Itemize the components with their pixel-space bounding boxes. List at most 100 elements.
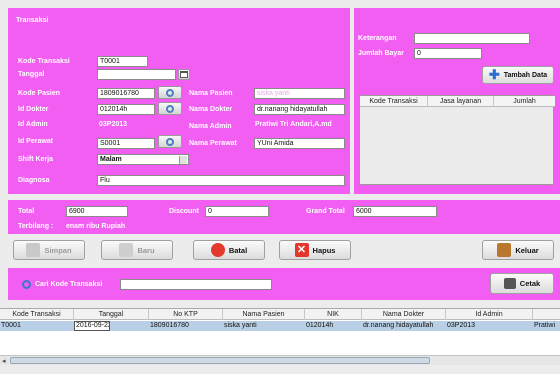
service-col-jasa[interactable]: Jasa layanan [428, 96, 494, 107]
col-nama-dokter[interactable]: Nama Dokter [362, 309, 446, 320]
exit-door-icon [497, 243, 512, 257]
calendar-icon [180, 71, 188, 78]
batal-button[interactable]: Batal [193, 240, 265, 260]
jumlah-bayar-field[interactable]: 0 [414, 48, 482, 59]
col-tanggal[interactable]: Tanggal [74, 309, 149, 320]
kode-pasien-label: Kode Pasien [18, 90, 61, 97]
calendar-button[interactable] [178, 69, 190, 80]
chevron-down-icon [179, 156, 187, 164]
diagnosa-label: Diagnosa [18, 177, 50, 184]
scrollbar-thumb[interactable] [10, 357, 430, 364]
cell-nama-dokter: dr.nanang hidayatullah [363, 322, 434, 329]
keluar-label: Keluar [515, 245, 539, 255]
service-col-jumlah[interactable]: Jumlah [494, 96, 555, 107]
cancel-icon [210, 243, 225, 257]
col-nik[interactable]: NIK [305, 309, 362, 320]
transaction-form-panel: Transaksi Kode Transaksi T0001 Tanggal K… [8, 8, 350, 194]
keterangan-field[interactable] [414, 33, 530, 44]
search-perawat-button[interactable] [158, 135, 182, 148]
shift-value: Malam [100, 156, 122, 163]
hapus-button[interactable]: ✕ Hapus [279, 240, 351, 260]
service-table[interactable]: Kode Transaksi Jasa layanan Jumlah [359, 95, 555, 185]
payment-panel: Keterangan Jumlah Bayar 0 ✚ Tambah Data … [354, 8, 560, 194]
discount-label: Discount [169, 208, 199, 215]
search-pasien-button[interactable] [158, 86, 182, 99]
cell-tanggal: 2016-09-22 [74, 321, 110, 331]
service-col-kode[interactable]: Kode Transaksi [360, 96, 428, 107]
id-perawat-field[interactable]: S0001 [97, 138, 155, 149]
form-title: Transaksi [16, 17, 49, 24]
search-icon [166, 88, 174, 97]
jumlah-bayar-label: Jumlah Bayar [358, 50, 404, 57]
cell-id-admin: 03P2013 [447, 322, 476, 329]
terbilang-label: Terbilang : [18, 223, 54, 230]
tanggal-label: Tanggal [18, 71, 45, 78]
tanggal-field[interactable] [97, 69, 176, 80]
keterangan-label: Keterangan [358, 35, 397, 42]
nama-pasien-field[interactable]: siska yanti [254, 88, 345, 99]
cari-kode-input[interactable] [120, 279, 272, 290]
kode-transaksi-field[interactable]: T0001 [97, 56, 148, 67]
col-no-ktp[interactable]: No KTP [149, 309, 223, 320]
save-icon [26, 243, 41, 257]
kode-transaksi-label: Kode Transaksi [18, 58, 70, 65]
grand-total-label: Grand Total [306, 208, 345, 215]
simpan-label: Simpan [44, 245, 72, 255]
printer-icon [503, 278, 516, 289]
kode-pasien-field[interactable]: 1809016780 [97, 88, 155, 99]
grand-total-field[interactable]: 6000 [353, 206, 437, 217]
col-id-admin[interactable]: Id Admin [446, 309, 533, 320]
diagnosa-field[interactable]: Flu [97, 175, 345, 186]
id-admin-label: Id Admin [18, 121, 48, 128]
cetak-button[interactable]: Cetak [490, 273, 554, 294]
nama-admin-value: Pratiwi Tri Andari,A.md [255, 121, 332, 128]
totals-panel: Total 6900 Discount 0 Grand Total 6000 T… [8, 200, 560, 234]
id-dokter-label: Id Dokter [18, 106, 49, 113]
horizontal-scrollbar[interactable]: ◂ [0, 355, 560, 365]
search-panel: Cari Kode Transaksi Cetak [8, 268, 560, 300]
id-dokter-field[interactable]: 012014h [97, 104, 155, 115]
cell-ktp: 1809016780 [150, 322, 189, 329]
cari-kode-label: Cari Kode Transaksi [35, 281, 103, 288]
search-icon [166, 104, 174, 113]
col-kode-transaksi[interactable]: Kode Transaksi [0, 309, 74, 320]
simpan-button[interactable]: Simpan [13, 240, 85, 260]
hapus-label: Hapus [312, 245, 336, 255]
nama-pasien-label: Nama Pasien [189, 90, 233, 97]
tambah-data-label: Tambah Data [503, 71, 548, 79]
search-dokter-button[interactable] [158, 102, 182, 115]
shift-label: Shift Kerja [18, 156, 54, 163]
tambah-data-button[interactable]: ✚ Tambah Data [482, 66, 554, 84]
table-row[interactable]: T0001 2016-09-22 1809016780 siska yanti … [0, 321, 560, 331]
plus-icon: ✚ [488, 67, 500, 82]
nama-dokter-label: Nama Dokter [189, 106, 233, 113]
search-icon [166, 137, 174, 146]
cetak-label: Cetak [519, 279, 541, 288]
new-file-icon [119, 243, 134, 257]
col-nama-pasien[interactable]: Nama Pasien [223, 309, 305, 320]
cell-admin-name: Pratiwi [534, 322, 556, 329]
keluar-button[interactable]: Keluar [482, 240, 554, 260]
cell-kode: T0001 [1, 322, 21, 329]
nama-perawat-field[interactable]: YUni Amida [254, 138, 345, 149]
total-field[interactable]: 6900 [66, 206, 128, 217]
nama-perawat-label: Nama Perawat [189, 140, 237, 147]
terbilang-value: enam ribu Rupiah [66, 223, 126, 230]
baru-label: Baru [137, 245, 155, 255]
total-label: Total [18, 208, 35, 215]
delete-icon: ✕ [294, 243, 309, 257]
id-perawat-label: Id Perawat [18, 138, 54, 145]
shift-select[interactable]: Malam [97, 154, 189, 165]
baru-button[interactable]: Baru [101, 240, 173, 260]
id-admin-value: 03P2013 [99, 121, 128, 128]
nama-dokter-field[interactable]: dr.nanang hidayatullah [254, 104, 345, 115]
discount-field[interactable]: 0 [205, 206, 269, 217]
scroll-left-icon[interactable]: ◂ [2, 357, 6, 365]
transaction-table[interactable]: Kode Transaksi Tanggal No KTP Nama Pasie… [0, 308, 560, 365]
cell-nik: 012014h [306, 322, 334, 329]
nama-admin-label: Nama Admin [189, 123, 232, 130]
cell-nama-pasien: siska yanti [224, 322, 257, 329]
search-icon [22, 280, 31, 289]
batal-label: Batal [228, 245, 248, 255]
table-header: Kode Transaksi Tanggal No KTP Nama Pasie… [0, 309, 560, 320]
